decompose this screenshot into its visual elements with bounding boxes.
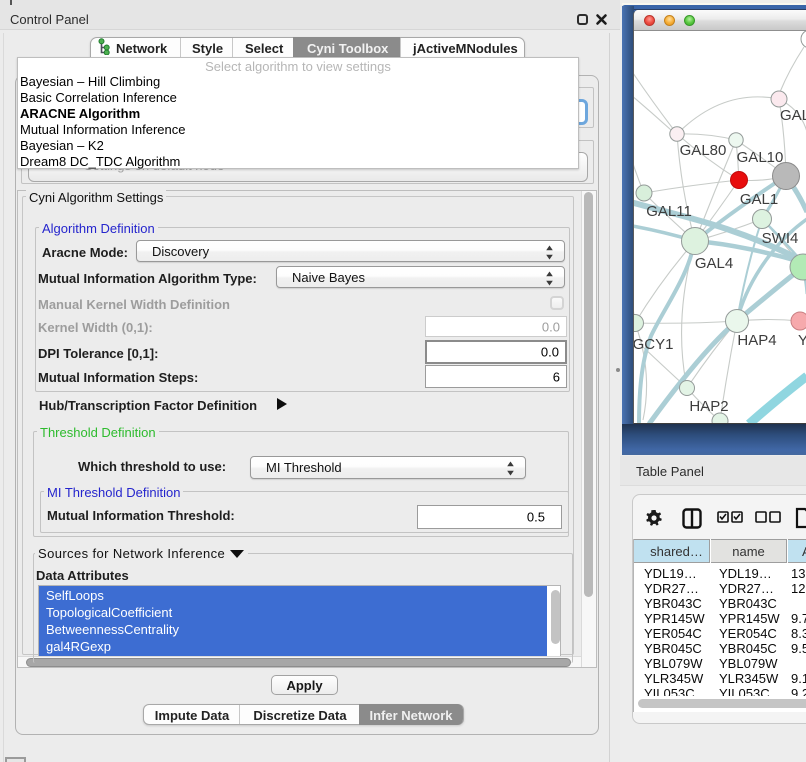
svg-text:GCY1: GCY1: [634, 336, 673, 353]
svg-text:GAL11: GAL11: [646, 203, 692, 220]
svg-text:YM: YM: [798, 332, 806, 349]
svg-text:HAP4: HAP4: [737, 332, 776, 349]
svg-text:GAL7: GAL7: [780, 107, 806, 124]
svg-text:GAL1: GAL1: [740, 191, 778, 208]
svg-text:SWI4: SWI4: [762, 230, 799, 247]
svg-text:GAL10: GAL10: [737, 149, 784, 166]
svg-text:GAL4: GAL4: [695, 255, 733, 272]
svg-text:GAL80: GAL80: [680, 142, 727, 159]
svg-text:HAP2: HAP2: [689, 398, 728, 415]
